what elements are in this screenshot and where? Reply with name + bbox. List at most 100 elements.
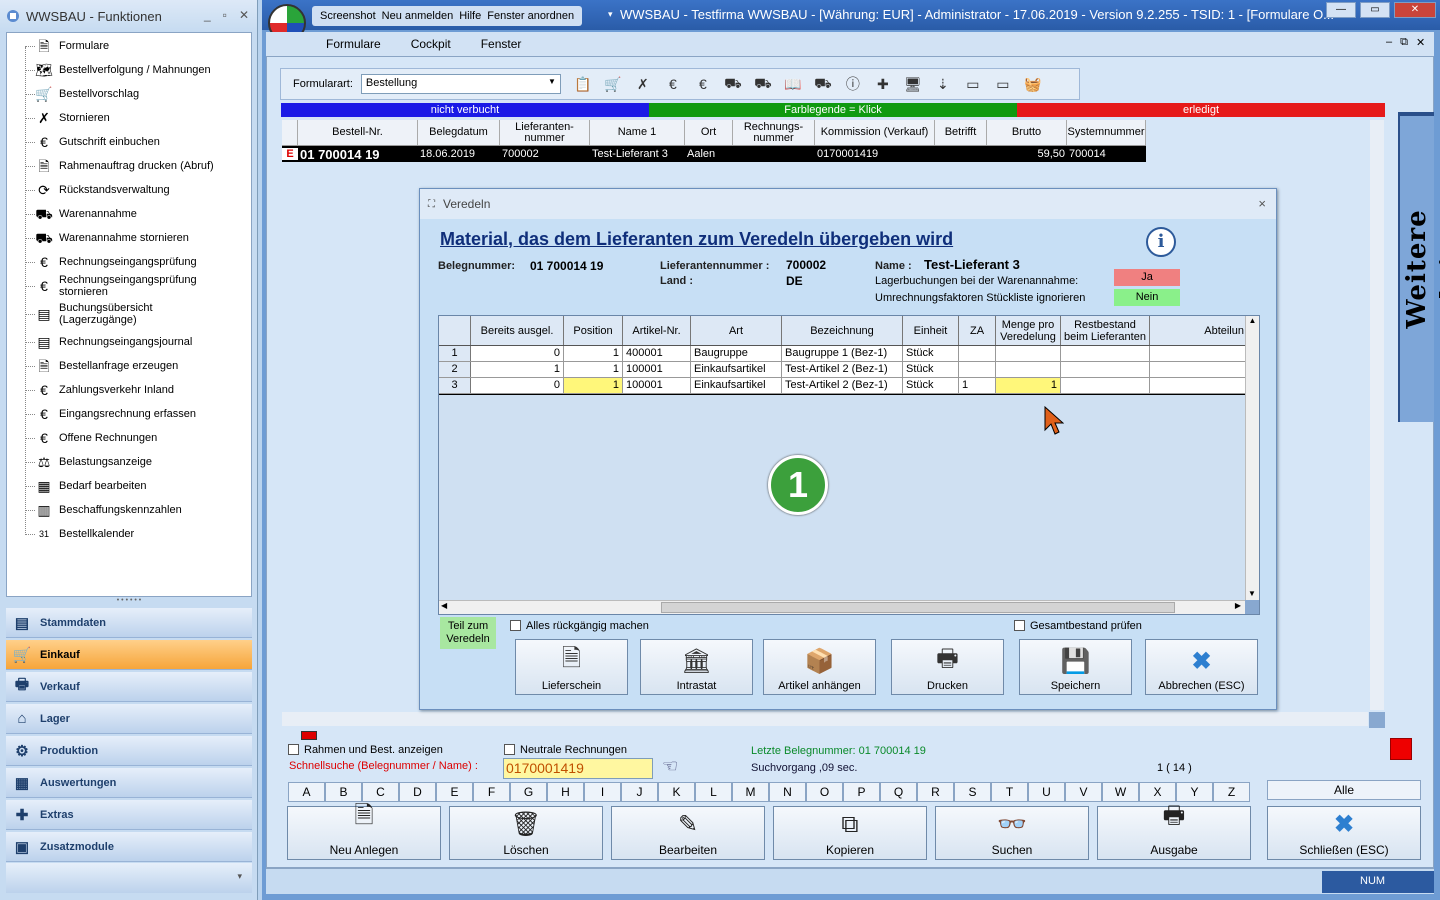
col-za[interactable]: ZA [959, 316, 996, 345]
table-cell[interactable]: 1 [439, 346, 471, 361]
schliessen-button[interactable]: ✖ Schließen (ESC) [1267, 806, 1421, 860]
col-restbestand[interactable]: Restbestand beim Lieferanten [1061, 316, 1150, 345]
orders-hscroll[interactable] [282, 712, 1368, 726]
letter-filter-i[interactable]: I [584, 782, 621, 802]
checkbox-box[interactable] [510, 620, 521, 631]
quick-access-dropdown-icon[interactable]: ▾ [608, 9, 613, 20]
tree-item[interactable]: 🗎 Rahmenauftrag drucken (Abruf) [33, 155, 213, 177]
col-einheit[interactable]: Einheit [903, 316, 959, 345]
table-cell[interactable]: 3 [439, 378, 471, 393]
legend-farblegende[interactable]: Farblegende = Klick [649, 103, 1017, 117]
col-artikelnr[interactable]: Artikel-Nr. [623, 316, 691, 345]
table-cell[interactable]: 1 [959, 378, 996, 393]
tree-item[interactable]: € Zahlungsverkehr Inland [33, 379, 174, 401]
tree-item[interactable]: € Gutschrift einbuchen [33, 131, 160, 153]
col-bereits-ausgel[interactable]: Bereits ausgel. [471, 316, 564, 345]
monitor-icon[interactable]: 🖥 [901, 72, 925, 96]
letter-filter-h[interactable]: H [547, 782, 584, 802]
close-button[interactable]: ✕ [239, 8, 249, 22]
splitter-grip[interactable]: • • • • • • [6, 597, 252, 605]
dialog-close-button[interactable]: × [1258, 196, 1266, 211]
mdi-restore-button[interactable]: ⧉ [1400, 36, 1408, 49]
kopieren-button[interactable]: ⧉ Kopieren [773, 806, 927, 860]
nav-produktion[interactable]: ⚙ Produktion [6, 736, 252, 766]
tree-item[interactable]: ▦ Bedarf bearbeiten [33, 475, 146, 497]
delivery-cancel-icon[interactable]: ⛟ [751, 72, 775, 96]
menu-cockpit[interactable]: Cockpit [411, 37, 451, 51]
cart-icon[interactable]: 🛒 [601, 72, 625, 96]
table-cell[interactable]: Einkaufsartikel [691, 378, 782, 393]
tree-item[interactable]: ⚖ Belastungsanzeige [33, 451, 152, 473]
drucken-button[interactable]: 🖶 Drucken [891, 639, 1004, 695]
tree-item[interactable]: ⟳ Rückstandsverwaltung [33, 179, 170, 201]
table-cell[interactable]: 1 [564, 362, 623, 377]
tree-item[interactable]: ▤ Rechnungseingangsjournal [33, 331, 192, 353]
table-cell[interactable]: Stück [903, 362, 959, 377]
table-row[interactable]: 2 1 1 100001 Einkaufsartikel Test-Artikel 2 (… [439, 362, 1259, 378]
table-cell[interactable] [1061, 346, 1150, 361]
letter-filter-u[interactable]: U [1028, 782, 1065, 802]
table-cell[interactable] [996, 362, 1061, 377]
nav-zusatzmodule[interactable]: ▣ Zusatzmodule [6, 832, 252, 862]
orders-header-systemnr[interactable]: Systemnummer [1067, 120, 1146, 145]
maximize-button[interactable]: ▫ [223, 8, 227, 22]
checkbox-box[interactable] [288, 744, 299, 755]
table-cell[interactable] [1061, 378, 1150, 393]
col-bezeichnung[interactable]: Bezeichnung [782, 316, 903, 345]
letter-filter-f[interactable]: F [473, 782, 510, 802]
credit-icon[interactable]: € [661, 72, 685, 96]
alles-rueckgaengig-checkbox[interactable]: Alles rückgängig machen [510, 620, 649, 632]
intrastat-button[interactable]: 🏛 Intrastat [640, 639, 753, 695]
table-cell[interactable] [1150, 362, 1244, 377]
table-cell[interactable]: 1 [996, 378, 1061, 393]
table-cell[interactable]: 100001 [623, 378, 691, 393]
minimize-button[interactable]: _ [204, 8, 211, 22]
delivery-icon[interactable]: ⛟ [721, 72, 745, 96]
letter-filter-g[interactable]: G [510, 782, 547, 802]
pointing-hand-icon[interactable]: ☜ [662, 756, 678, 777]
menu-formulare[interactable]: Formulare [326, 37, 381, 51]
checkbox-box[interactable] [1014, 620, 1025, 631]
table-cell[interactable]: Test-Artikel 2 (Bez-1) [782, 362, 903, 377]
letter-filter-q[interactable]: Q [880, 782, 917, 802]
col-art[interactable]: Art [691, 316, 782, 345]
mdi-close-button[interactable]: ✕ [1416, 36, 1425, 49]
letter-filter-z[interactable]: Z [1213, 782, 1250, 802]
table-cell[interactable]: 1 [564, 346, 623, 361]
table-cell[interactable] [1061, 362, 1150, 377]
table-cell[interactable]: 0 [471, 378, 564, 393]
neutrale-checkbox[interactable]: Neutrale Rechnungen [504, 744, 627, 756]
stack-add-icon[interactable]: ✚ [871, 72, 895, 96]
neu-anlegen-button[interactable]: 🗎 Neu Anlegen [287, 802, 441, 860]
table-cell[interactable]: Einkaufsartikel [691, 362, 782, 377]
table-cell[interactable]: 1 [564, 378, 623, 393]
scroll-right-icon[interactable]: ▶ [1235, 601, 1241, 610]
table-cell[interactable]: 0 [471, 346, 564, 361]
tree-item[interactable]: ▤ Buchungsübersicht (Lagerzugänge) [33, 302, 209, 326]
nav-verkauf[interactable]: 🖶 Verkauf [6, 672, 252, 702]
table-cell[interactable]: Baugruppe 1 (Bez-1) [782, 346, 903, 361]
col-abteilung[interactable]: Abteilun [1150, 316, 1244, 345]
suchen-button[interactable]: 👓 Suchen [935, 806, 1089, 860]
orders-header-ort[interactable]: Ort [685, 120, 733, 145]
orders-header-name[interactable]: Name 1 [590, 120, 685, 145]
table-cell[interactable]: Stück [903, 378, 959, 393]
tree-item[interactable]: 31 Bestellkalender [33, 523, 134, 545]
menu-fenster[interactable]: Fenster [481, 37, 522, 51]
scroll-down-icon[interactable]: ▼ [1246, 589, 1258, 598]
orders-header-betrifft[interactable]: Betrifft [935, 120, 987, 145]
artikel-anhaengen-button[interactable]: 📦 Artikel anhängen [763, 639, 876, 695]
orders-header-rechnungsnr[interactable]: Rechnungs- nummer [733, 120, 815, 145]
table-cell[interactable] [959, 362, 996, 377]
letter-filter-m[interactable]: M [732, 782, 769, 802]
letter-filter-d[interactable]: D [399, 782, 436, 802]
cancel-cart-icon[interactable]: ✗ [631, 72, 655, 96]
table-cell[interactable]: 100001 [623, 362, 691, 377]
nav-auswertungen[interactable]: ▦ Auswertungen [6, 768, 252, 798]
window-close-button[interactable]: ✕ [1394, 2, 1436, 18]
letter-filter-o[interactable]: O [806, 782, 843, 802]
table-cell[interactable] [1150, 378, 1244, 393]
tree-item[interactable]: € Rechnungseingangsprüfung [33, 251, 197, 273]
book-icon[interactable]: 📖 [781, 72, 805, 96]
letter-filter-r[interactable]: R [917, 782, 954, 802]
